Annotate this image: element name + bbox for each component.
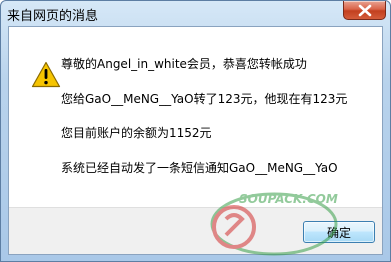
close-icon [358,4,371,16]
watermark-logo: SOUPACK.COM [210,192,338,256]
warning-icon [31,61,61,88]
message-line: 您给GaO__MeNG__YaO转了123元，他现在有123元 [61,92,348,106]
dialog-window: 来自网页的消息 尊敬的Angel_in_white会员，恭喜您转帐成功 您给Ga… [0,0,391,262]
dialog-body: 尊敬的Angel_in_white会员，恭喜您转帐成功 您给GaO__MeNG_… [8,26,383,256]
dialog-title: 来自网页的消息 [7,9,99,24]
message-line: 尊敬的Angel_in_white会员，恭喜您转帐成功 [61,57,307,71]
watermark-text: SOUPACK.COM [239,192,338,206]
title-bar[interactable]: 来自网页的消息 [1,1,390,27]
message-line: 您目前账户的余额为1152元 [61,126,212,140]
close-button[interactable] [343,1,386,20]
message-line: 系统已经自动发了一条短信通知GaO__MeNG__YaO [61,161,338,175]
